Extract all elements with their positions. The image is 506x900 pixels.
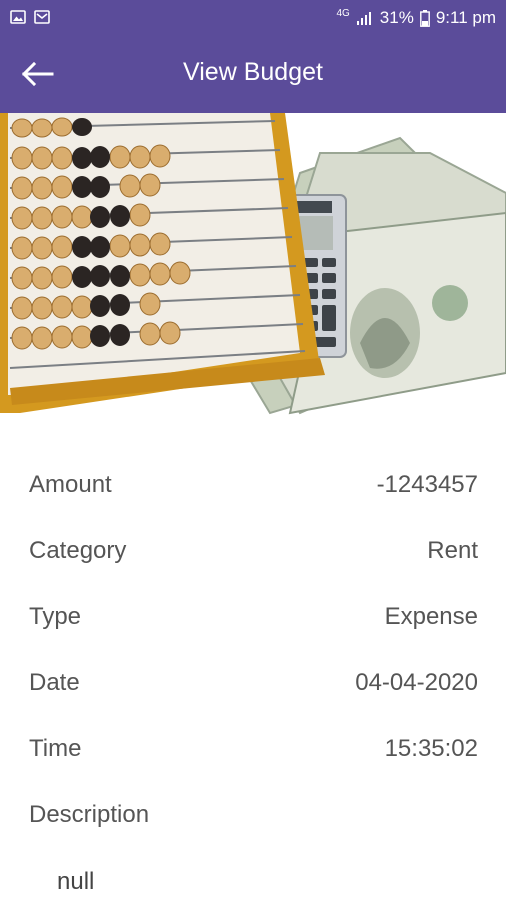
abacus-image (0, 113, 325, 413)
description-value: null (57, 868, 95, 895)
time-row: Time 15:35:02 (29, 729, 478, 769)
notification-icons (10, 9, 50, 25)
date-row: Date 04-04-2020 (29, 663, 478, 703)
time-value: 15:35:02 (384, 735, 478, 762)
amount-value: -1243457 (376, 471, 478, 498)
status-bar: 4G 31% 9:11 pm (0, 0, 506, 36)
abacus-calculator-money-illustration (0, 113, 506, 415)
type-label: Type (29, 603, 82, 630)
category-row: Category Rent (29, 531, 478, 571)
image-notification-icon (10, 10, 26, 24)
battery-icon (419, 9, 430, 27)
battery-percent: 31% (379, 8, 414, 27)
amount-label: Amount (29, 471, 112, 498)
type-value: Expense (384, 603, 478, 630)
message-notification-icon (34, 10, 50, 24)
description-row: Description (29, 795, 478, 835)
time-label: Time (29, 735, 82, 762)
type-row: Type Expense (29, 597, 478, 637)
budget-header-image (0, 113, 506, 430)
network-type-label: 4G (336, 8, 350, 19)
app-bar: View Budget (0, 36, 506, 113)
description-label: Description (29, 801, 150, 828)
category-label: Category (29, 537, 127, 564)
page-title: View Budget (183, 58, 323, 86)
status-indicators: 4G 31% 9:11 pm (336, 8, 496, 28)
date-value: 04-04-2020 (355, 669, 478, 696)
amount-row: Amount -1243457 (29, 465, 478, 505)
signal-icon (356, 12, 371, 25)
clock: 9:11 pm (435, 8, 496, 27)
date-label: Date (29, 669, 80, 696)
category-value: Rent (427, 537, 478, 564)
